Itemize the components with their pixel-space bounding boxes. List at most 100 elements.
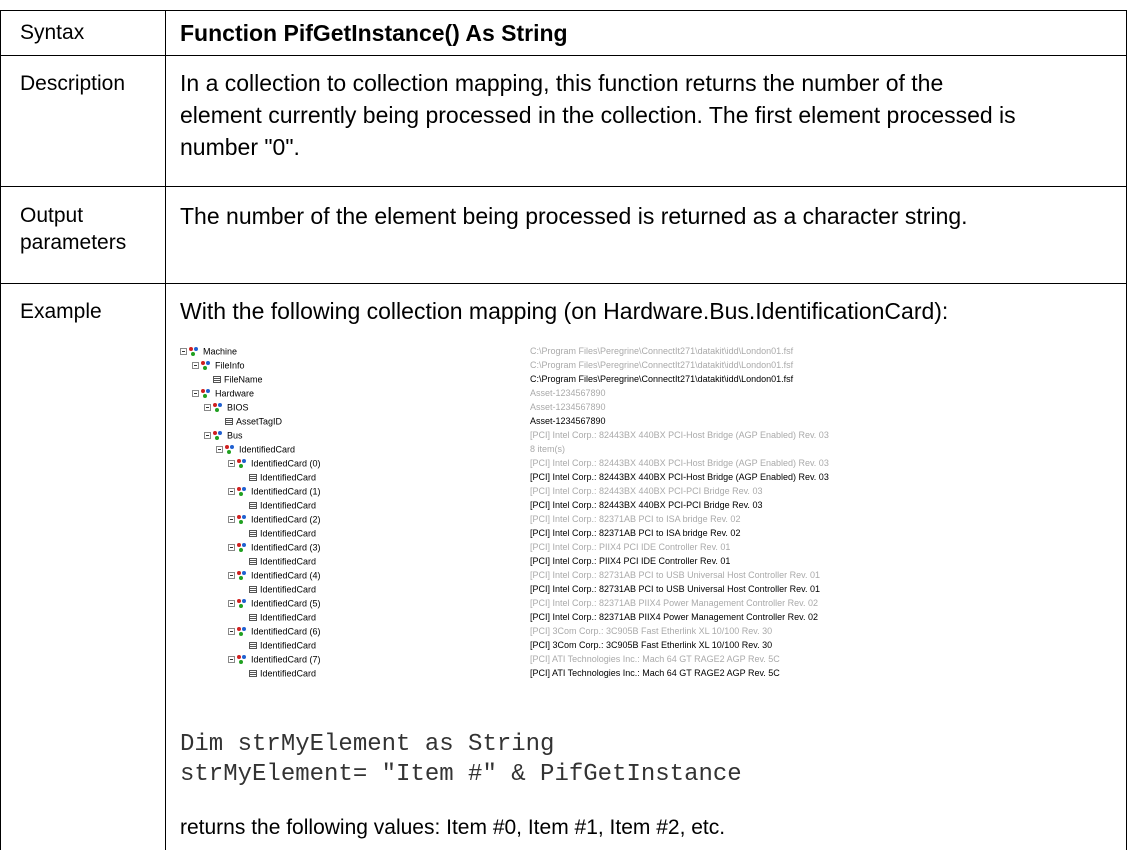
syntax-value: Function PifGetInstance() As String xyxy=(180,20,568,46)
tree-node-value: [PCI] Intel Corp.: 82443BX 440BX PCI-Hos… xyxy=(530,458,829,468)
tree-node-label: IdentifiedCard xyxy=(260,528,317,539)
collapse-toggle-icon[interactable] xyxy=(228,600,235,608)
field-icon xyxy=(249,558,257,566)
tree-node-label: IdentifiedCard (4) xyxy=(251,570,321,581)
tree-node-label: IdentifiedCard xyxy=(260,584,317,595)
collapse-toggle-icon[interactable] xyxy=(228,572,235,580)
description-line: number "0". xyxy=(180,134,300,160)
tree-node-value: [PCI] Intel Corp.: 82443BX 440BX PCI-PCI… xyxy=(530,486,763,496)
tree-node[interactable]: BIOS xyxy=(204,401,249,413)
collection-icon xyxy=(237,627,248,637)
tree-node-value: [PCI] Intel Corp.: PIIX4 PCI IDE Control… xyxy=(530,556,731,566)
collection-icon xyxy=(237,599,248,609)
collection-mapping-tree: Machine C:\Program Files\Peregrine\Connec… xyxy=(180,345,940,695)
example-result: returns the following values: Item #0, I… xyxy=(180,816,726,839)
tree-node[interactable]: FileName xyxy=(204,373,263,385)
tree-node-value: [PCI] 3Com Corp.: 3C905B Fast Etherlink … xyxy=(530,640,773,650)
field-icon xyxy=(213,376,221,384)
tree-node[interactable]: IdentifiedCard xyxy=(240,639,316,651)
tree-node-value: [PCI] Intel Corp.: 82371AB PIIX4 Power M… xyxy=(530,612,818,622)
tree-node[interactable]: IdentifiedCard (0) xyxy=(228,457,321,469)
tree-node-value: C:\Program Files\Peregrine\ConnectIt271\… xyxy=(530,360,794,370)
field-icon xyxy=(249,502,257,510)
tree-node[interactable]: Bus xyxy=(204,429,243,441)
tree-node[interactable]: Machine xyxy=(180,345,237,357)
collapse-toggle-icon[interactable] xyxy=(228,628,235,636)
tree-node-value: C:\Program Files\Peregrine\ConnectIt271\… xyxy=(530,346,794,356)
output-label-line: Output xyxy=(20,204,84,227)
tree-node-label: IdentifiedCard (2) xyxy=(251,514,321,525)
collapse-toggle-icon[interactable] xyxy=(228,516,235,524)
collapse-toggle-icon[interactable] xyxy=(204,432,211,440)
tree-node-value: Asset-1234567890 xyxy=(530,402,606,412)
field-icon xyxy=(249,530,257,538)
tree-node[interactable]: IdentifiedCard (4) xyxy=(228,569,321,581)
tree-node[interactable]: IdentifiedCard xyxy=(240,583,316,595)
tree-node-label: FileInfo xyxy=(215,360,245,371)
tree-node-label: IdentifiedCard xyxy=(260,472,317,483)
collapse-toggle-icon[interactable] xyxy=(228,460,235,468)
tree-node[interactable]: FileInfo xyxy=(192,359,245,371)
tree-node-label: AssetTagID xyxy=(236,416,283,427)
output-label-line: parameters xyxy=(20,231,127,254)
collapse-toggle-icon[interactable] xyxy=(228,488,235,496)
output-parameters-label: Output parameters xyxy=(20,202,126,256)
tree-node-label: IdentifiedCard (5) xyxy=(251,598,321,609)
collapse-toggle-icon[interactable] xyxy=(180,348,187,356)
tree-node[interactable]: IdentifiedCard (2) xyxy=(228,513,321,525)
description-text: In a collection to collection mapping, t… xyxy=(180,67,1115,163)
tree-node-value: [PCI] Intel Corp.: 82443BX 440BX PCI-PCI… xyxy=(530,500,763,510)
tree-node[interactable]: IdentifiedCard (1) xyxy=(228,485,321,497)
tree-node[interactable]: IdentifiedCard xyxy=(240,611,316,623)
table-border-middle xyxy=(165,10,166,850)
tree-node-label: IdentifiedCard xyxy=(260,612,317,623)
collapse-toggle-icon[interactable] xyxy=(228,656,235,664)
tree-node-label: Hardware xyxy=(215,388,255,399)
collection-icon xyxy=(237,543,248,553)
collection-icon xyxy=(237,571,248,581)
field-icon xyxy=(249,670,257,678)
tree-node-value: [PCI] Intel Corp.: 82371AB PIIX4 Power M… xyxy=(530,598,818,608)
collection-icon xyxy=(213,403,224,413)
table-border-top xyxy=(0,10,1127,11)
tree-node-value: C:\Program Files\Peregrine\ConnectIt271\… xyxy=(530,374,794,384)
tree-node-value: 8 item(s) xyxy=(530,444,566,454)
tree-node-label: IdentifiedCard xyxy=(260,556,317,567)
tree-node[interactable]: AssetTagID xyxy=(216,415,282,427)
collection-icon xyxy=(189,347,200,357)
tree-node[interactable]: IdentifiedCard xyxy=(216,443,295,455)
tree-node[interactable]: IdentifiedCard (5) xyxy=(228,597,321,609)
collapse-toggle-icon[interactable] xyxy=(216,446,223,454)
tree-node-value: [PCI] Intel Corp.: PIIX4 PCI IDE Control… xyxy=(530,542,731,552)
collection-icon xyxy=(225,445,236,455)
tree-node[interactable]: IdentifiedCard xyxy=(240,555,316,567)
tree-node[interactable]: IdentifiedCard xyxy=(240,527,316,539)
table-border-left xyxy=(0,10,1,850)
tree-node-label: IdentifiedCard (3) xyxy=(251,542,321,553)
tree-node[interactable]: IdentifiedCard (7) xyxy=(228,653,321,665)
field-icon xyxy=(249,474,257,482)
tree-node-label: BIOS xyxy=(227,402,249,413)
tree-node-label: IdentifiedCard xyxy=(260,500,317,511)
tree-node-value: Asset-1234567890 xyxy=(530,416,606,426)
collapse-toggle-icon[interactable] xyxy=(228,544,235,552)
collapse-toggle-icon[interactable] xyxy=(204,404,211,412)
collapse-toggle-icon[interactable] xyxy=(192,362,199,370)
tree-node[interactable]: IdentifiedCard (3) xyxy=(228,541,321,553)
tree-node[interactable]: IdentifiedCard xyxy=(240,667,316,679)
collapse-toggle-icon[interactable] xyxy=(192,390,199,398)
tree-node[interactable]: IdentifiedCard xyxy=(240,499,316,511)
description-label: Description xyxy=(20,72,126,95)
collection-icon xyxy=(201,361,212,371)
tree-node[interactable]: IdentifiedCard xyxy=(240,471,316,483)
tree-node-value: [PCI] Intel Corp.: 82371AB PCI to ISA br… xyxy=(530,528,741,538)
tree-node[interactable]: Hardware xyxy=(192,387,254,399)
tree-node-value: Asset-1234567890 xyxy=(530,388,606,398)
tree-node-label: IdentifiedCard (6) xyxy=(251,626,321,637)
code-line-2: strMyElement= "Item #" & PifGetInstance xyxy=(180,761,742,788)
tree-node-value: [PCI] ATI Technologies Inc.: Mach 64 GT … xyxy=(530,654,780,664)
tree-node-value: [PCI] ATI Technologies Inc.: Mach 64 GT … xyxy=(530,668,780,678)
collection-icon xyxy=(213,431,224,441)
tree-node[interactable]: IdentifiedCard (6) xyxy=(228,625,321,637)
collection-icon xyxy=(201,389,212,399)
